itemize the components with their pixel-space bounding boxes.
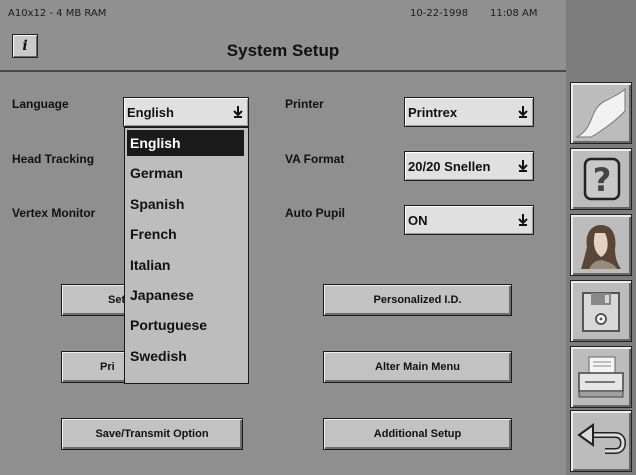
lens-icon (575, 87, 626, 138)
language-option-label: French (130, 226, 177, 243)
return-button[interactable] (570, 410, 632, 472)
save-transmit-button[interactable]: Save/Transmit Option (61, 418, 243, 450)
return-arrow-icon (577, 423, 627, 454)
language-option[interactable]: Japanese (127, 282, 244, 308)
language-select[interactable]: English (123, 97, 249, 127)
printer-icon (578, 356, 624, 398)
language-label: Language (12, 97, 69, 111)
page-title: System Setup (226, 41, 340, 60)
auto-pupil-label: Auto Pupil (285, 206, 345, 220)
printer-select[interactable]: Printrex (404, 97, 534, 127)
dropdown-arrow-icon (518, 106, 528, 118)
language-option[interactable]: English (127, 130, 244, 156)
print-button-label: Pri (100, 361, 115, 373)
header: A10x12 - 4 MB RAM 10-22-1998 11:08 AM i … (0, 0, 566, 72)
floppy-disk-icon (582, 292, 620, 332)
language-option-label: Italian (130, 256, 171, 273)
auto-pupil-value: ON (408, 213, 428, 228)
date-display: 10-22-1998 (410, 8, 469, 19)
language-option-label: Spanish (130, 195, 185, 212)
save-transmit-label: Save/Transmit Option (95, 428, 209, 440)
language-option-label: German (130, 165, 183, 182)
additional-setup-label: Additional Setup (373, 428, 462, 440)
alter-main-menu-label: Alter Main Menu (375, 361, 460, 373)
dropdown-arrow-icon (518, 214, 528, 226)
vertex-monitor-label: Vertex Monitor (12, 206, 96, 220)
language-option[interactable]: Portuguese (127, 312, 244, 338)
language-option[interactable]: German (127, 160, 244, 186)
va-format-value: 20/20 Snellen (408, 159, 491, 174)
personalized-id-button[interactable]: Personalized I.D. (323, 284, 512, 316)
help-button[interactable]: ? (570, 148, 632, 210)
help-icon: ? (583, 157, 621, 201)
va-format-label: VA Format (285, 152, 345, 166)
additional-setup-button[interactable]: Additional Setup (323, 418, 512, 450)
print-button-side[interactable] (570, 346, 632, 408)
patient-button[interactable] (570, 214, 632, 276)
dropdown-arrow-icon (518, 160, 528, 172)
personalized-id-label: Personalized I.D. (373, 294, 462, 306)
time-display: 11:08 AM (490, 8, 538, 19)
auto-pupil-select[interactable]: ON (404, 205, 534, 235)
patient-icon (581, 225, 621, 269)
lens-button[interactable] (570, 82, 632, 144)
language-option[interactable]: Spanish (127, 191, 244, 217)
language-dropdown-list[interactable]: English German Spanish French Italian Japanes… (124, 127, 249, 384)
alter-main-menu-button[interactable]: Alter Main Menu (323, 351, 512, 383)
printer-value: Printrex (408, 105, 458, 120)
language-option-label: English (130, 135, 181, 151)
language-option-label: Japanese (130, 287, 194, 303)
sidebar: ? (566, 0, 636, 475)
printer-label: Printer (285, 97, 324, 111)
dropdown-arrow-icon (233, 106, 243, 118)
memory-status: A10x12 - 4 MB RAM (8, 8, 107, 19)
head-tracking-label: Head Tracking (12, 152, 95, 166)
language-option[interactable]: Swedish (127, 343, 244, 369)
va-format-select[interactable]: 20/20 Snellen (404, 151, 534, 181)
language-option-label: Portuguese (130, 317, 208, 334)
svg-text:?: ? (593, 161, 612, 199)
language-option[interactable]: French (127, 221, 244, 247)
save-disk-button[interactable] (570, 280, 632, 342)
language-value: English (127, 105, 174, 120)
language-option-label: Swedish (130, 347, 187, 364)
system-setup-screen: A10x12 - 4 MB RAM 10-22-1998 11:08 AM i … (0, 0, 636, 475)
language-option[interactable]: Italian (127, 252, 244, 278)
